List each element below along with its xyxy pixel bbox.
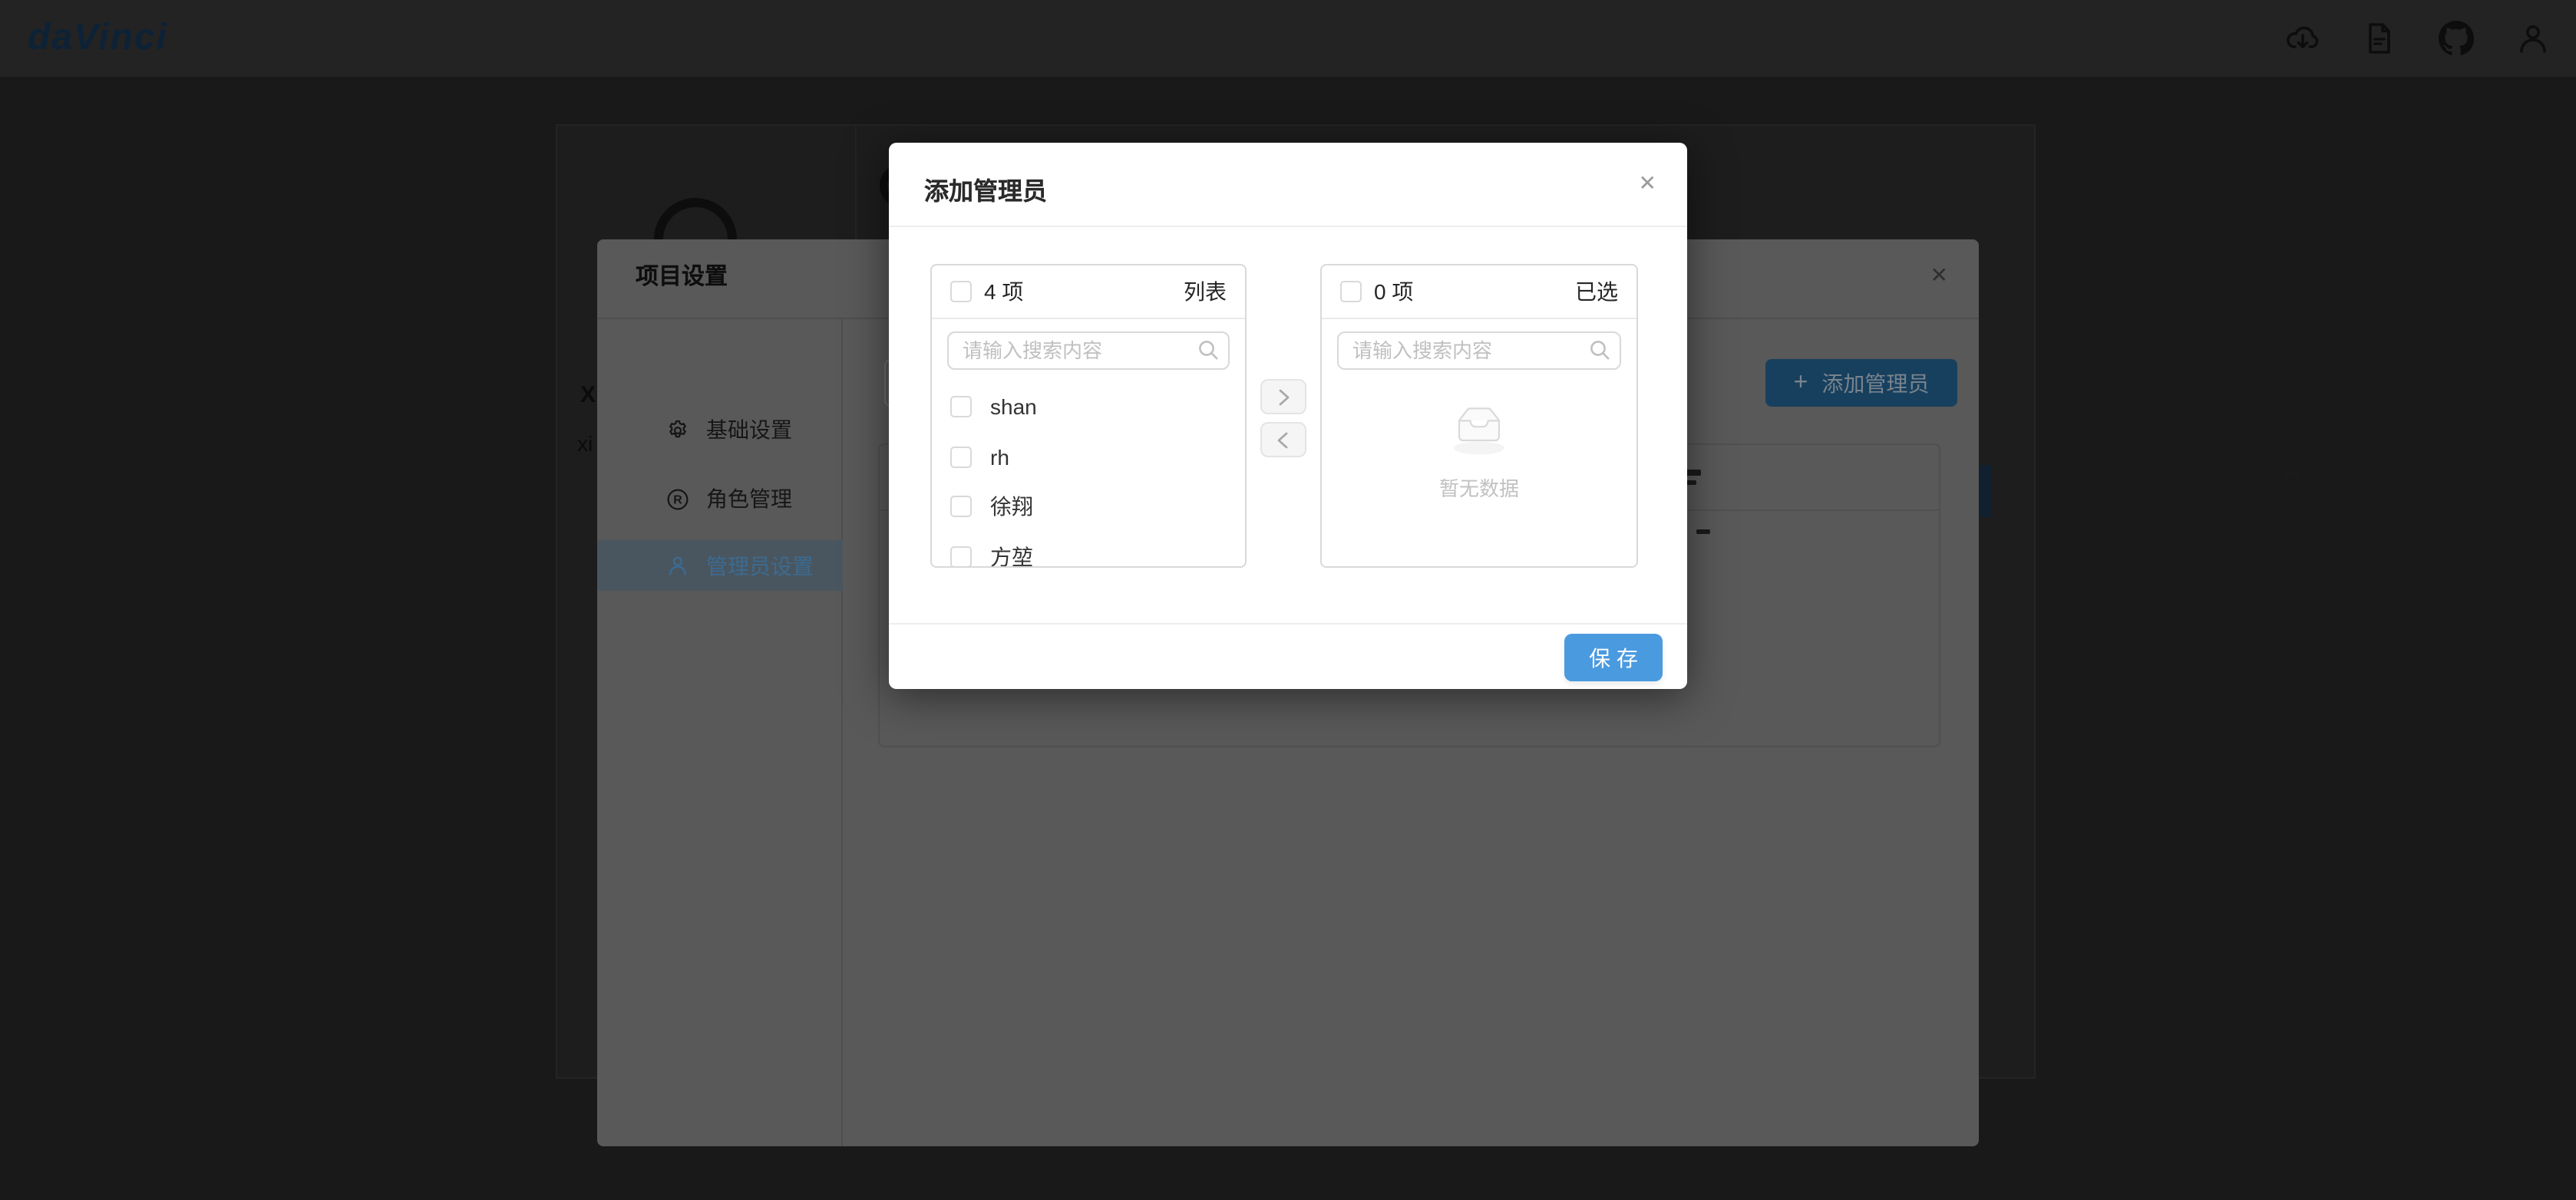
background-blue-artifact xyxy=(1979,465,1991,517)
sidebar-item-label: 基础设置 xyxy=(706,414,792,445)
plus-icon: + xyxy=(1794,371,1808,395)
person-icon xyxy=(666,554,689,577)
project-settings-title: 项目设置 xyxy=(636,259,728,292)
github-icon xyxy=(2438,20,2475,57)
item-label: shan xyxy=(990,395,1037,420)
cloud-download-icon xyxy=(2284,20,2321,57)
list-item[interactable]: rh xyxy=(932,432,1245,482)
sidebar-item-role-management: R 角色管理 xyxy=(597,474,843,523)
gear-icon xyxy=(666,418,689,441)
item-label: rh xyxy=(990,445,1009,470)
close-icon[interactable]: ✕ xyxy=(1639,172,1656,193)
target-search xyxy=(1337,331,1621,370)
move-left-button[interactable] xyxy=(1260,422,1306,457)
list-item[interactable]: 方堃 xyxy=(932,532,1245,568)
source-header-label: 列表 xyxy=(1184,276,1227,307)
source-count: 4 项 xyxy=(984,276,1023,307)
sidebar-item-label: 管理员设置 xyxy=(706,550,814,581)
item-checkbox[interactable] xyxy=(950,496,972,518)
background-text-fragment: xi xyxy=(577,431,593,456)
target-count: 0 项 xyxy=(1374,276,1413,307)
target-header-label: 已选 xyxy=(1575,276,1618,307)
modal-title: 添加管理员 xyxy=(924,170,1047,207)
add-admin-button: + 添加管理员 xyxy=(1765,359,1957,407)
table-text-fragment xyxy=(1686,480,1696,485)
sidebar-item-admin-settings: 管理员设置 xyxy=(597,540,843,591)
empty-state: 暂无数据 xyxy=(1322,401,1636,502)
chevron-left-icon xyxy=(1274,429,1293,450)
add-admin-modal: 添加管理员 ✕ 4 项 列表 shan xyxy=(889,143,1687,689)
empty-text: 暂无数据 xyxy=(1322,473,1636,502)
table-text-fragment xyxy=(1686,470,1701,476)
select-all-checkbox[interactable] xyxy=(1340,281,1362,302)
source-list: shan rh 徐翔 方堃 xyxy=(932,382,1245,568)
item-checkbox[interactable] xyxy=(950,546,972,568)
close-icon: ✕ xyxy=(1930,264,1948,285)
transfer-operations xyxy=(1260,379,1306,457)
background-text-fragment: X xyxy=(580,382,596,408)
transfer-source-panel: 4 项 列表 shan rh 徐翔 xyxy=(930,264,1247,568)
table-text-fragment xyxy=(2284,471,2300,477)
item-checkbox[interactable] xyxy=(950,447,972,468)
app-header: daVinci xyxy=(0,0,2576,77)
item-label: 方堃 xyxy=(990,542,1033,569)
select-all-checkbox[interactable] xyxy=(950,281,972,302)
svg-text:R: R xyxy=(673,493,682,506)
document-icon xyxy=(2361,20,2398,57)
davinci-logo: daVinci xyxy=(28,17,168,60)
save-button[interactable]: 保 存 xyxy=(1564,634,1663,681)
sidebar-item-basic-settings: 基础设置 xyxy=(597,405,843,454)
screen: X xi daVinci 项目设置 ✕ xyxy=(0,0,2576,1200)
settings-sidebar: 基础设置 R 角色管理 管理员设置 xyxy=(597,319,843,1146)
registered-icon: R xyxy=(666,487,689,510)
table-text-fragment xyxy=(1696,529,1710,534)
header-icons xyxy=(2284,20,2551,57)
add-admin-button-label: 添加管理员 xyxy=(1821,368,1929,398)
sidebar-item-label: 角色管理 xyxy=(706,483,792,514)
transfer-target-header: 0 项 已选 xyxy=(1322,265,1636,319)
search-icon xyxy=(1197,339,1219,361)
user-icon xyxy=(2515,20,2551,57)
transfer-source-header: 4 项 列表 xyxy=(932,265,1245,319)
source-search-input[interactable] xyxy=(947,331,1230,370)
list-item[interactable]: shan xyxy=(932,382,1245,432)
item-checkbox[interactable] xyxy=(950,397,972,418)
item-label: 徐翔 xyxy=(990,492,1033,523)
empty-inbox-icon xyxy=(1448,401,1511,456)
search-icon xyxy=(1589,339,1610,361)
target-search-input[interactable] xyxy=(1337,331,1621,370)
source-search xyxy=(947,331,1230,370)
chevron-right-icon xyxy=(1274,386,1293,407)
modal-footer: 保 存 xyxy=(889,623,1687,689)
transfer-target-panel: 0 项 已选 暂无数据 xyxy=(1320,264,1638,568)
move-right-button[interactable] xyxy=(1260,379,1306,414)
modal-titlebar: 添加管理员 ✕ xyxy=(889,143,1687,227)
list-item[interactable]: 徐翔 xyxy=(932,482,1245,532)
